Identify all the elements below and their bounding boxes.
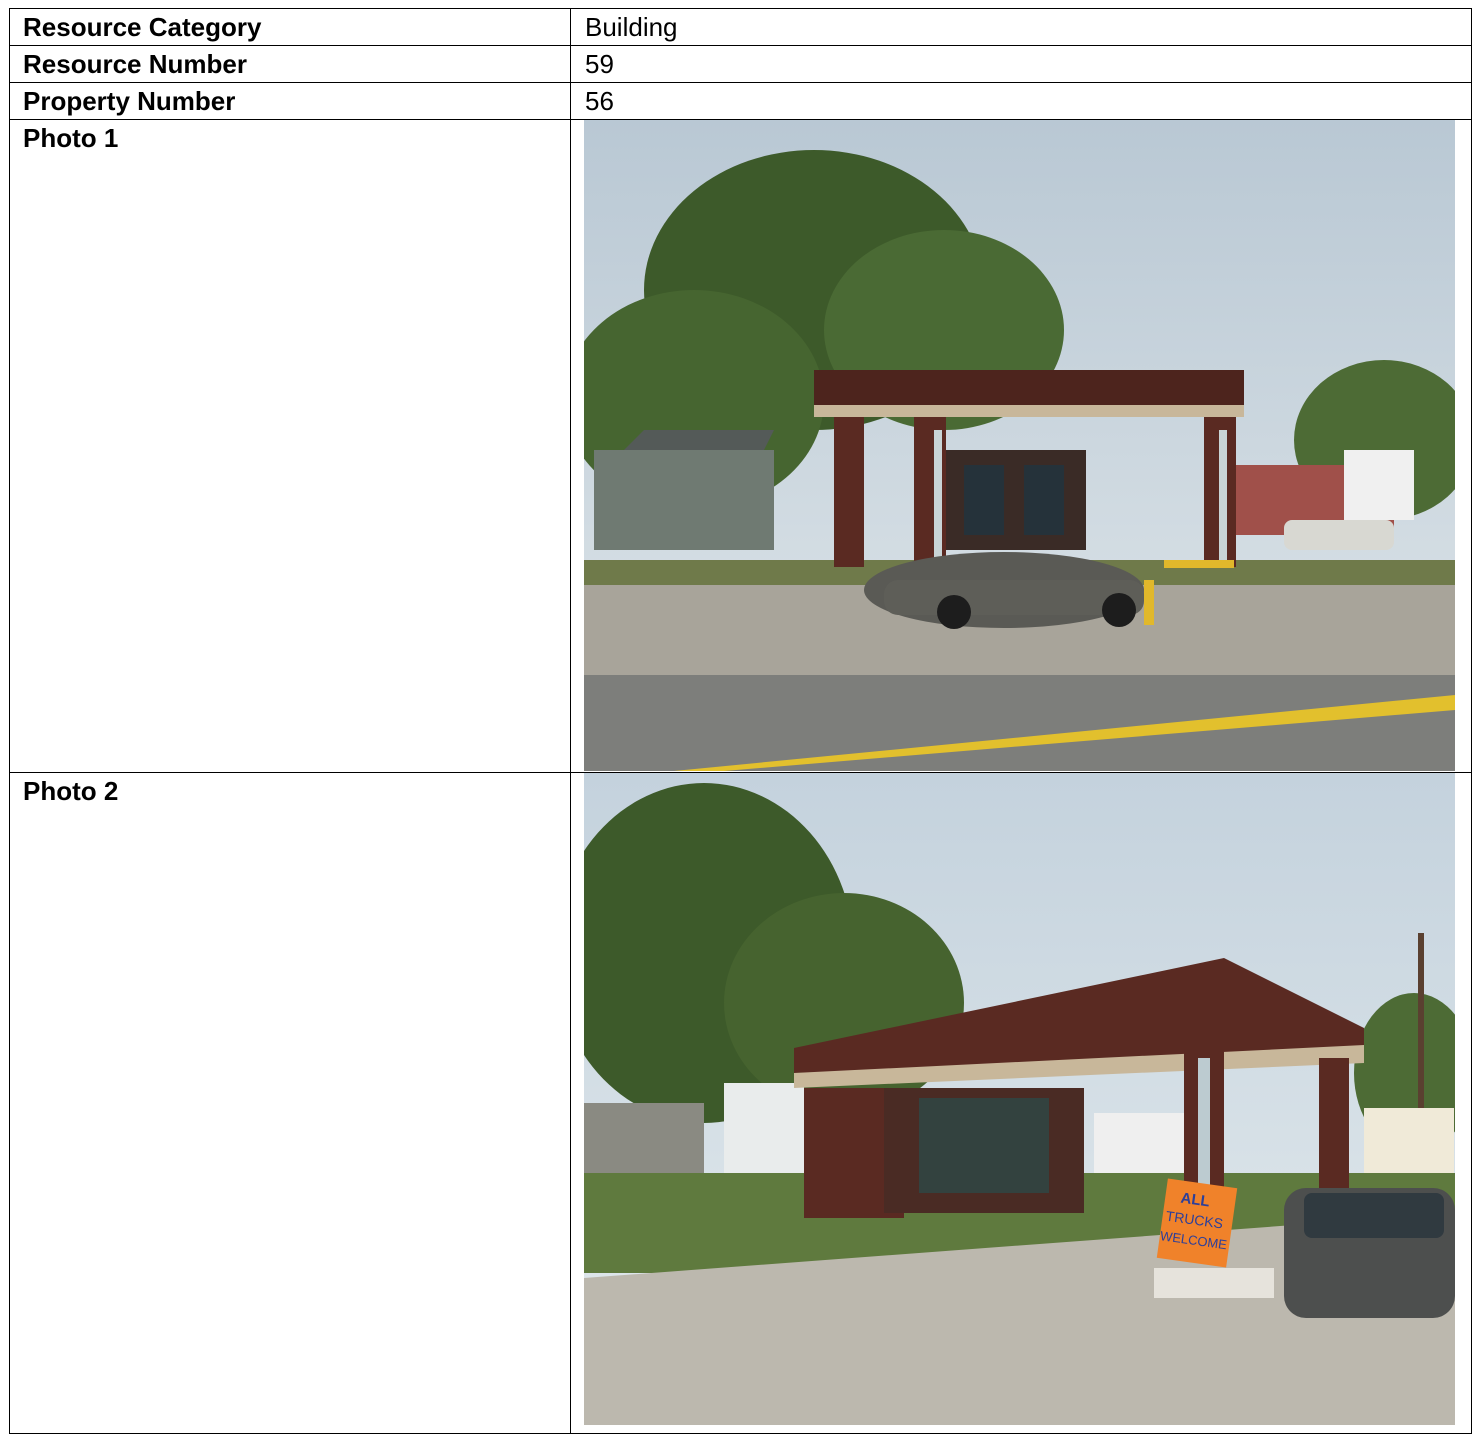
gas-station-photo-front (584, 120, 1455, 771)
field-value-resource-number: 59 (570, 45, 1472, 83)
photo-1-image (584, 120, 1455, 771)
field-label-property-number: Property Number (9, 82, 571, 120)
photo-1-cell (570, 119, 1472, 773)
table-row: Resource Number 59 (9, 45, 1472, 83)
field-value-property-number: 56 (570, 82, 1472, 120)
table-row: Photo 1 (9, 119, 1472, 773)
field-label-resource-number: Resource Number (9, 45, 571, 83)
table-row: Photo 2 ALL TRUCKS WELCOME (9, 772, 1472, 1434)
resource-table: Resource Category Building Resource Numb… (9, 8, 1472, 1434)
gas-station-photo-angle: ALL TRUCKS WELCOME (584, 773, 1455, 1425)
photo-2-cell: ALL TRUCKS WELCOME (570, 772, 1472, 1434)
photo-2-label: Photo 2 (9, 772, 571, 1434)
field-value-resource-category: Building (570, 8, 1472, 46)
table-row: Resource Category Building (9, 8, 1472, 46)
photo-2-image: ALL TRUCKS WELCOME (584, 773, 1455, 1425)
table-row: Property Number 56 (9, 82, 1472, 120)
photo-1-label: Photo 1 (9, 119, 571, 773)
field-label-resource-category: Resource Category (9, 8, 571, 46)
